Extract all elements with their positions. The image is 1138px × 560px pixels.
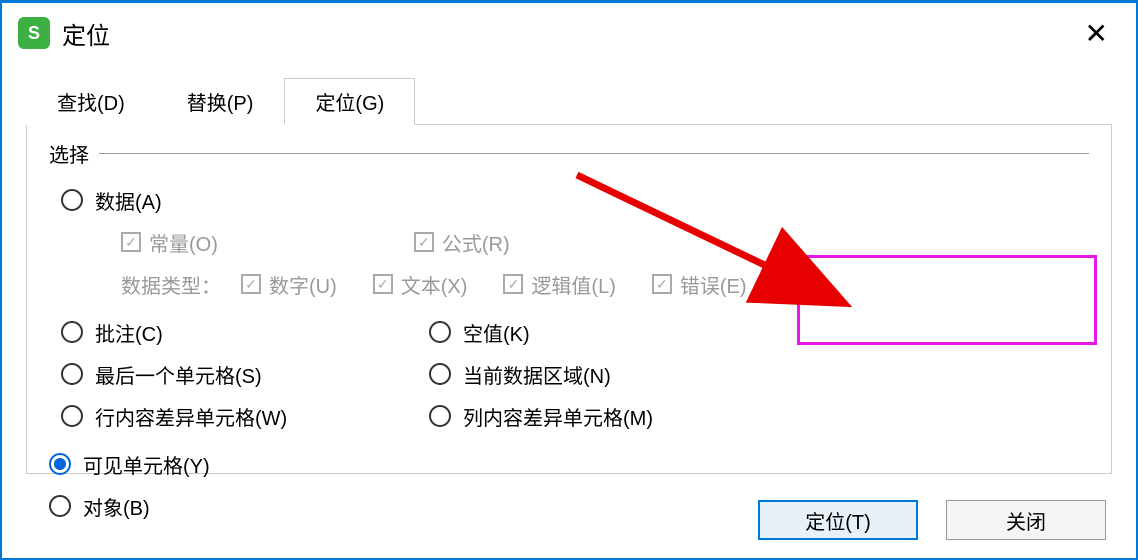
option-object-row: 对象(B) xyxy=(49,488,319,524)
close-icon[interactable]: ✕ xyxy=(1077,17,1116,50)
dialog-title: 定位 xyxy=(62,16,1077,51)
label-number: 数字(U) xyxy=(269,270,337,299)
radio-blank[interactable] xyxy=(429,321,451,343)
label-data[interactable]: 数据(A) xyxy=(95,186,162,215)
label-logical: 逻辑值(L) xyxy=(531,270,615,299)
checkbox-logical: ✓ xyxy=(503,274,523,294)
radio-data[interactable] xyxy=(61,189,83,211)
checkbox-formula: ✓ xyxy=(414,232,434,252)
app-icon: S xyxy=(18,17,50,49)
radio-last-cell[interactable] xyxy=(61,363,83,385)
label-col-diff[interactable]: 列内容差异单元格(M) xyxy=(463,402,653,431)
section-header: 选择 xyxy=(49,139,1089,168)
radio-current-region[interactable] xyxy=(429,363,451,385)
checkbox-text: ✓ xyxy=(373,274,393,294)
label-object[interactable]: 对象(B) xyxy=(83,492,150,521)
radio-comment[interactable] xyxy=(61,321,83,343)
close-button[interactable]: 关闭 xyxy=(946,500,1106,540)
section-label: 选择 xyxy=(49,139,89,168)
label-last-cell[interactable]: 最后一个单元格(S) xyxy=(95,360,262,389)
label-constant: 常量(O) xyxy=(149,228,218,257)
radio-visible-cells[interactable] xyxy=(49,453,71,475)
label-text: 文本(X) xyxy=(401,270,468,299)
titlebar: S 定位 ✕ xyxy=(2,3,1136,59)
radio-object[interactable] xyxy=(49,495,71,517)
checkbox-constant: ✓ xyxy=(121,232,141,252)
option-visible-cells-row: 可见单元格(Y) xyxy=(49,446,319,482)
radio-row-diff[interactable] xyxy=(61,405,83,427)
radio-col-diff[interactable] xyxy=(429,405,451,427)
option-current-region-row: 当前数据区域(N) xyxy=(429,356,829,392)
label-error: 错误(E) xyxy=(680,270,747,299)
option-col-diff-row: 列内容差异单元格(M) xyxy=(429,398,829,434)
label-row-diff[interactable]: 行内容差异单元格(W) xyxy=(95,402,287,431)
radio-grid: 批注(C) 最后一个单元格(S) 行内容差异单元格(W) 空值(K) 当前数据区… xyxy=(49,308,1089,530)
label-blank[interactable]: 空值(K) xyxy=(463,318,530,347)
locate-button[interactable]: 定位(T) xyxy=(758,500,918,540)
option-data-row: 数据(A) xyxy=(49,182,1089,218)
label-comment[interactable]: 批注(C) xyxy=(95,318,163,347)
subrow-constant-formula: ✓ 常量(O) ✓ 公式(R) xyxy=(49,224,1089,260)
tab-goto[interactable]: 定位(G) xyxy=(284,78,415,125)
label-current-region[interactable]: 当前数据区域(N) xyxy=(463,360,611,389)
label-formula: 公式(R) xyxy=(442,228,510,257)
tab-find[interactable]: 查找(D) xyxy=(26,78,156,125)
dialog-footer: 定位(T) 关闭 xyxy=(758,500,1106,540)
app-icon-letter: S xyxy=(28,23,40,44)
label-visible-cells[interactable]: 可见单元格(Y) xyxy=(83,450,210,479)
label-data-type: 数据类型： xyxy=(121,270,221,299)
options-panel: 选择 数据(A) ✓ 常量(O) ✓ 公式(R) 数据类型： ✓ 数字(U) ✓… xyxy=(26,124,1112,474)
checkbox-error: ✓ xyxy=(652,274,672,294)
tab-bar: 查找(D) 替换(P) 定位(G) xyxy=(26,77,1136,124)
subrow-data-types: 数据类型： ✓ 数字(U) ✓ 文本(X) ✓ 逻辑值(L) ✓ 错误(E) xyxy=(49,266,1089,302)
option-blank-row: 空值(K) xyxy=(429,314,829,350)
option-last-cell-row: 最后一个单元格(S) xyxy=(49,356,429,392)
option-comment-row: 批注(C) xyxy=(49,314,429,350)
tab-replace[interactable]: 替换(P) xyxy=(156,78,285,125)
section-divider xyxy=(99,153,1089,154)
option-row-diff-row: 行内容差异单元格(W) xyxy=(49,398,429,434)
checkbox-number: ✓ xyxy=(241,274,261,294)
